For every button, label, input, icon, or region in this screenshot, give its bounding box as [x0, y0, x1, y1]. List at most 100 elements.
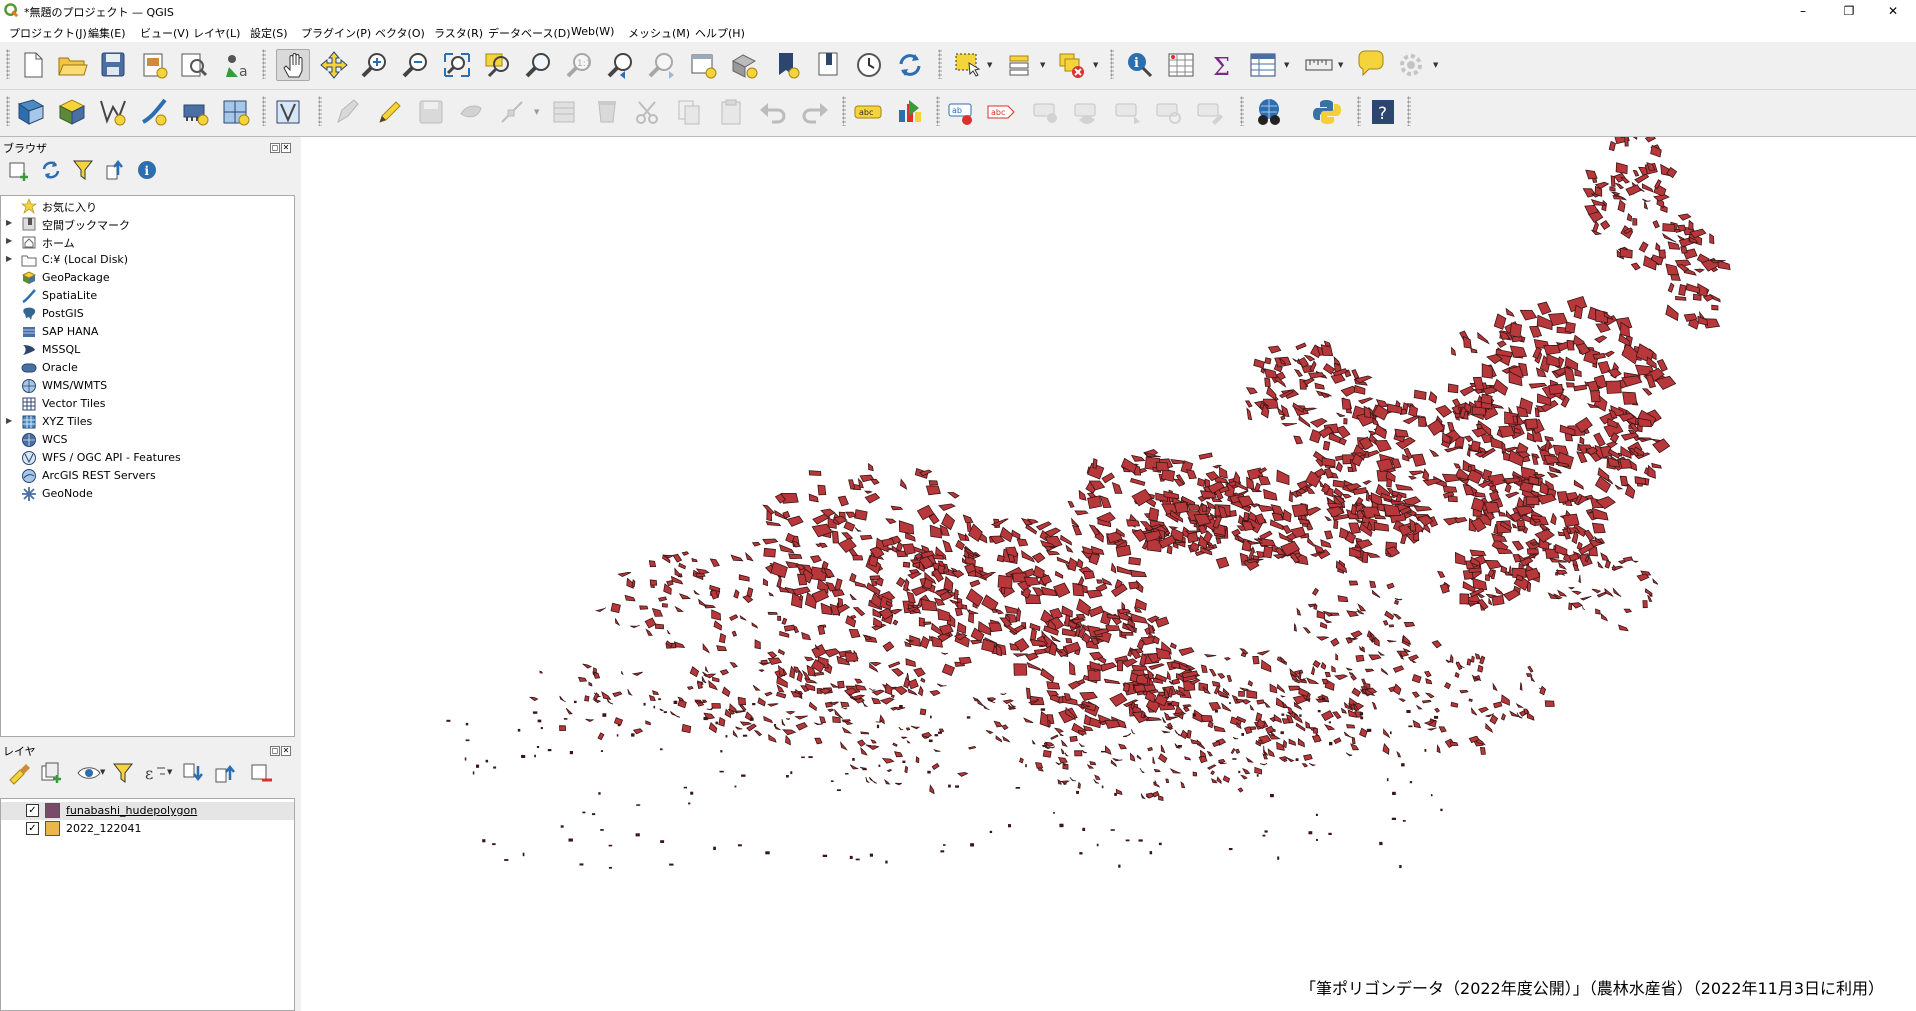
- toolbar-grip[interactable]: [318, 96, 322, 126]
- pan-map-tool[interactable]: [276, 49, 310, 81]
- zoom-to-layer-tool[interactable]: [522, 49, 556, 81]
- float-panel-button[interactable]: ◻: [270, 746, 280, 756]
- copy-features-button[interactable]: [672, 96, 706, 128]
- open-project-button[interactable]: [55, 49, 89, 81]
- save-project-button[interactable]: [96, 49, 130, 81]
- menu-database[interactable]: データベース(D): [488, 25, 571, 41]
- add-selected-layers-button[interactable]: [6, 157, 32, 183]
- show-hide-labels-button[interactable]: [1030, 96, 1064, 128]
- map-tips-button[interactable]: [1354, 49, 1388, 81]
- browser-item-mssql[interactable]: MSSQL: [1, 341, 294, 359]
- refresh-browser-button[interactable]: [38, 157, 64, 183]
- python-console-button[interactable]: [1310, 96, 1344, 128]
- menu-mesh[interactable]: メッシュ(M): [628, 25, 690, 41]
- move-label-button[interactable]: [1071, 96, 1105, 128]
- layer-item-2022-122041[interactable]: ✓ 2022_122041: [1, 820, 294, 838]
- collapse-all-icon[interactable]: [102, 157, 128, 183]
- layer-visibility-checkbox[interactable]: ✓: [26, 822, 39, 835]
- browser-item-sap-hana[interactable]: SAP HANA: [1, 323, 294, 341]
- minimize-button[interactable]: –: [1780, 0, 1826, 22]
- statistical-summary-button[interactable]: Σ: [1205, 49, 1239, 81]
- layout-manager-button[interactable]: [176, 49, 210, 81]
- menu-raster[interactable]: ラスタ(R): [434, 25, 483, 41]
- expression-dropdown-icon[interactable]: ▼: [167, 768, 175, 776]
- attribute-table-dropdown-icon[interactable]: ▼: [1284, 61, 1292, 69]
- refresh-button[interactable]: [893, 49, 927, 81]
- pan-to-selection-tool[interactable]: [317, 49, 351, 81]
- expand-arrow-icon[interactable]: ▶: [6, 218, 12, 227]
- layer-visibility-checkbox[interactable]: ✓: [26, 804, 39, 817]
- toolbar-grip[interactable]: [262, 49, 266, 79]
- layer-labeling-options-button[interactable]: abc: [851, 96, 885, 128]
- digitize-feature-button[interactable]: [455, 96, 489, 128]
- select-by-value-tool[interactable]: [1004, 49, 1038, 81]
- browser-item-wcs[interactable]: WCS: [1, 431, 294, 449]
- toggle-editing-button[interactable]: [372, 96, 406, 128]
- open-attribute-table-button[interactable]: [1246, 49, 1280, 81]
- toolbar-grip[interactable]: [1240, 96, 1244, 126]
- style-manager-button[interactable]: a: [220, 49, 254, 81]
- menu-help[interactable]: ヘルプ(H): [695, 25, 745, 41]
- filter-browser-icon[interactable]: [70, 157, 96, 183]
- toolbar-grip[interactable]: [6, 96, 10, 126]
- browser-item-wfs[interactable]: WFS / OGC API - Features: [1, 449, 294, 467]
- layer-item-funabashi[interactable]: ✓ funabashi_hudepolygon: [1, 802, 294, 820]
- identify-features-tool[interactable]: i: [1123, 49, 1157, 81]
- manage-visibility-icon[interactable]: [76, 760, 102, 786]
- browser-item-wms[interactable]: WMS/WMTS: [1, 377, 294, 395]
- menu-layer[interactable]: レイヤ(L): [193, 25, 240, 41]
- browser-item-xyz-tiles[interactable]: ▶ XYZ Tiles: [1, 413, 294, 431]
- zoom-out-tool[interactable]: [399, 49, 433, 81]
- change-label-button[interactable]: [1153, 96, 1187, 128]
- zoom-in-tool[interactable]: [358, 49, 392, 81]
- save-layer-edits-button[interactable]: [414, 96, 448, 128]
- new-temporary-layer-button[interactable]: [178, 96, 212, 128]
- menu-project[interactable]: プロジェクト(J): [9, 25, 87, 41]
- menu-web[interactable]: Web(W): [571, 25, 614, 38]
- label-properties-button[interactable]: [1194, 96, 1228, 128]
- deselect-all-tool[interactable]: [1055, 49, 1089, 81]
- show-bookmarks-button[interactable]: [811, 49, 845, 81]
- help-contents-button[interactable]: ?: [1366, 96, 1400, 128]
- expand-arrow-icon[interactable]: ▶: [6, 254, 12, 263]
- close-panel-button[interactable]: ✕: [281, 143, 291, 153]
- zoom-native-resolution-tool[interactable]: 1:1: [563, 49, 597, 81]
- browser-item-arcgis-rest[interactable]: ArcGIS REST Servers: [1, 467, 294, 485]
- toolbar-grip[interactable]: [842, 96, 846, 126]
- browser-item-geonode[interactable]: GeoNode: [1, 485, 294, 503]
- browser-item-postgis[interactable]: PostGIS: [1, 305, 294, 323]
- new-spatial-bookmark-button[interactable]: [770, 49, 804, 81]
- cut-features-button[interactable]: [631, 96, 665, 128]
- toolbar-grip[interactable]: [1357, 96, 1361, 126]
- toolbar-grip[interactable]: [936, 96, 940, 126]
- close-panel-button[interactable]: ✕: [281, 746, 291, 756]
- rotate-label-button[interactable]: [1112, 96, 1146, 128]
- measure-dropdown-icon[interactable]: ▼: [1338, 61, 1346, 69]
- modify-attributes-button[interactable]: [548, 96, 582, 128]
- new-project-button[interactable]: [16, 49, 50, 81]
- map-canvas[interactable]: 「筆ポリゴンデータ（2022年度公開）」（農林水産省）（2022年11月3日に利…: [301, 137, 1916, 1011]
- select-features-tool[interactable]: [951, 49, 985, 81]
- current-edits-button[interactable]: [330, 96, 364, 128]
- new-shapefile-layer-button[interactable]: [96, 96, 130, 128]
- float-panel-button[interactable]: ◻: [270, 143, 280, 153]
- virtual-layer-button[interactable]: [271, 96, 305, 128]
- browser-item-oracle[interactable]: Oracle: [1, 359, 294, 377]
- expand-all-icon[interactable]: [180, 760, 206, 786]
- redo-button[interactable]: [798, 96, 832, 128]
- toolbar-grip[interactable]: [1407, 96, 1411, 126]
- zoom-to-selection-tool[interactable]: [481, 49, 515, 81]
- select-dropdown-icon[interactable]: ▼: [987, 61, 995, 69]
- toolbar-grip[interactable]: [6, 49, 10, 79]
- metasearch-button[interactable]: [1252, 96, 1286, 128]
- new-virtual-layer-button[interactable]: [219, 96, 253, 128]
- browser-item-favorites[interactable]: お気に入り: [1, 197, 294, 215]
- undo-button[interactable]: [756, 96, 790, 128]
- restore-button[interactable]: ❐: [1826, 0, 1872, 22]
- close-window-button[interactable]: ✕: [1870, 0, 1916, 22]
- plugins-settings-button[interactable]: [1395, 49, 1429, 81]
- filter-legend-icon[interactable]: [110, 760, 136, 786]
- collapse-all-layers-icon[interactable]: [212, 760, 238, 786]
- vertex-dropdown-icon[interactable]: ▼: [534, 108, 542, 116]
- plugins-settings-dropdown-icon[interactable]: ▼: [1433, 61, 1441, 69]
